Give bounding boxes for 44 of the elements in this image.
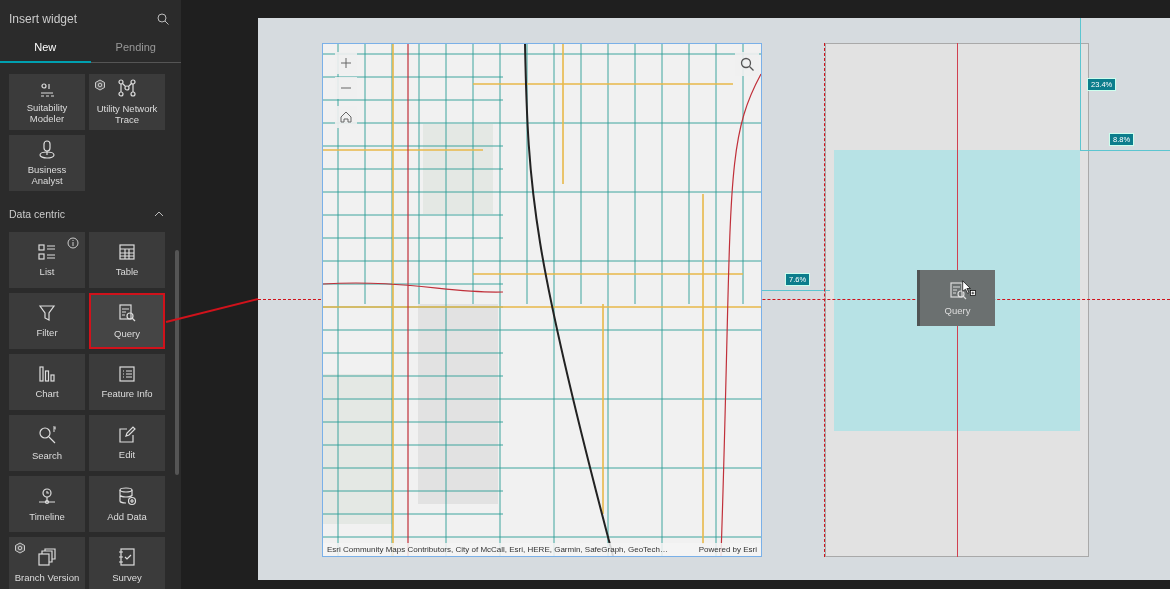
cursor-icon xyxy=(962,280,976,297)
document-list-icon xyxy=(118,364,136,383)
clock-icon xyxy=(37,485,57,506)
search-icon xyxy=(740,57,754,71)
widget-tile[interactable]: Utility Network Trace xyxy=(89,74,165,130)
widget-tile[interactable]: Branch Version xyxy=(9,537,85,589)
pin-icon xyxy=(38,139,56,160)
widget-tile[interactable]: Timeline xyxy=(9,476,85,532)
funnel-icon xyxy=(38,303,56,322)
bar-chart-icon xyxy=(38,364,56,383)
search-icon[interactable] xyxy=(157,13,169,25)
widget-tile[interactable]: Table xyxy=(89,232,165,288)
panel-title: Insert widget xyxy=(9,12,78,26)
database-add-icon xyxy=(117,485,137,506)
widget-tile[interactable]: Add Data xyxy=(89,476,165,532)
section-header: Data centric xyxy=(9,208,66,220)
widget-tile[interactable]: Chart xyxy=(9,354,85,410)
table-icon xyxy=(118,242,136,261)
home-icon xyxy=(340,111,352,123)
map-attribution: Esri Community Maps Contributors, City of McCall, Esri, HERE, Garmin, SafeGraph, GeoTech… xyxy=(327,545,668,554)
drag-preview-label: Query xyxy=(944,304,971,316)
widget-tile[interactable]: Business Analyst xyxy=(9,135,85,191)
network-icon xyxy=(117,78,137,99)
clipboard-check-icon xyxy=(118,546,136,567)
widget-tile[interactable]: Survey xyxy=(89,537,165,589)
edit-icon xyxy=(118,425,136,444)
tab[interactable]: New xyxy=(0,34,91,63)
widget-tile[interactable]: Query xyxy=(89,293,165,349)
search-icon xyxy=(37,424,57,445)
map-view[interactable]: Esri Community Maps Contributors, City of McCall, Esri, HERE, Garmin, SafeGraph, GeoTech… Powered by Esri xyxy=(322,43,762,557)
widget-tile[interactable]: Edit xyxy=(89,415,165,471)
widget-tile[interactable]: List xyxy=(9,232,85,288)
widget-tile[interactable]: Search xyxy=(9,415,85,471)
tab[interactable]: Pending xyxy=(90,34,181,63)
powered-by-link[interactable]: Powered by Esri xyxy=(698,545,757,554)
stacked-pages-icon xyxy=(37,546,57,567)
chevron-icon[interactable] xyxy=(154,211,164,217)
widget-tile[interactable]: Suitability Modeler xyxy=(9,74,85,130)
plus-icon xyxy=(340,57,352,69)
document-search-icon xyxy=(947,280,968,301)
widget-tile[interactable]: Filter xyxy=(9,293,85,349)
widget-tile[interactable]: Feature Info xyxy=(89,354,165,410)
list-icon xyxy=(37,242,57,261)
document-search-icon xyxy=(117,302,137,323)
